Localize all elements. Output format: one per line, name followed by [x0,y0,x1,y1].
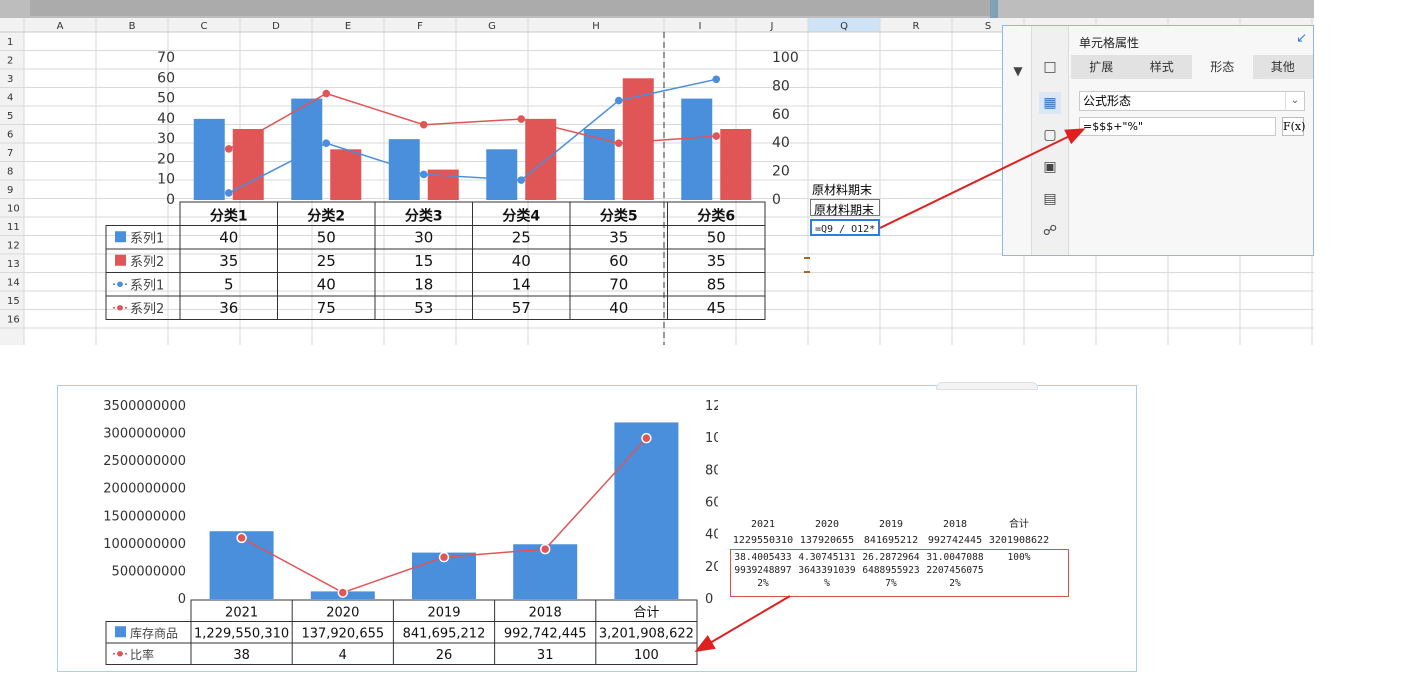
annotation-layer [694,128,1086,653]
arrow-to-ratio-row [694,595,791,653]
arrow-to-formula [879,128,1086,229]
